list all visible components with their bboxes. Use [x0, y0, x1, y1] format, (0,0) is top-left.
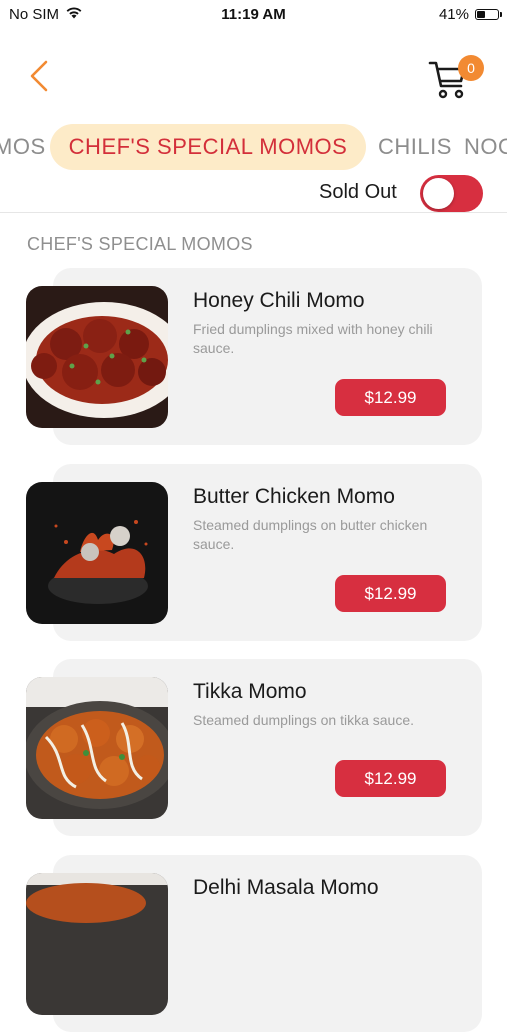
price-button[interactable]: $12.99 [335, 760, 446, 797]
battery-percent: 41% [438, 6, 469, 23]
cart-count-badge: 0 [458, 55, 484, 81]
tab-chilis[interactable]: CHILIS [378, 124, 452, 170]
item-description: Steamed dumplings on tikka sauce. [193, 712, 415, 728]
section-title: CHEF'S SPECIAL MOMOS [27, 234, 253, 254]
chevron-left-icon [30, 60, 48, 92]
price-button[interactable]: $12.99 [335, 379, 446, 416]
cart-button[interactable]: 0 [428, 52, 488, 102]
sold-out-toggle[interactable] [420, 175, 483, 212]
sold-out-label: Sold Out [319, 181, 397, 203]
item-name: Honey Chili Momo [193, 289, 365, 312]
item-description: Steamed dumplings on butter chicken sauc… [193, 517, 428, 552]
item-image [26, 677, 168, 819]
tab-momos[interactable]: MOS [0, 124, 46, 170]
item-image [26, 482, 168, 624]
item-name: Delhi Masala Momo [193, 876, 379, 899]
item-name: Tikka Momo [193, 680, 307, 703]
status-right: 41% [438, 6, 502, 23]
tab-chefs-special-momos[interactable]: CHEF'S SPECIAL MOMOS [50, 124, 366, 170]
price-button[interactable]: $12.99 [335, 575, 446, 612]
category-tabs: MOS CHEF'S SPECIAL MOMOS CHILIS NOO [0, 124, 507, 172]
tab-noodles[interactable]: NOO [464, 124, 507, 170]
item-description: Fried dumplings mixed with honey chili s… [193, 321, 433, 356]
toggle-knob [423, 178, 454, 209]
item-image [26, 873, 168, 1015]
item-name: Butter Chicken Momo [193, 485, 395, 508]
item-image [26, 286, 168, 428]
status-time: 11:19 AM [221, 6, 286, 23]
divider [0, 212, 507, 213]
status-bar: No SIM 11:19 AM 41% [0, 0, 507, 28]
back-button[interactable] [22, 58, 58, 94]
battery-icon [475, 9, 502, 20]
battery-fill [477, 11, 485, 18]
